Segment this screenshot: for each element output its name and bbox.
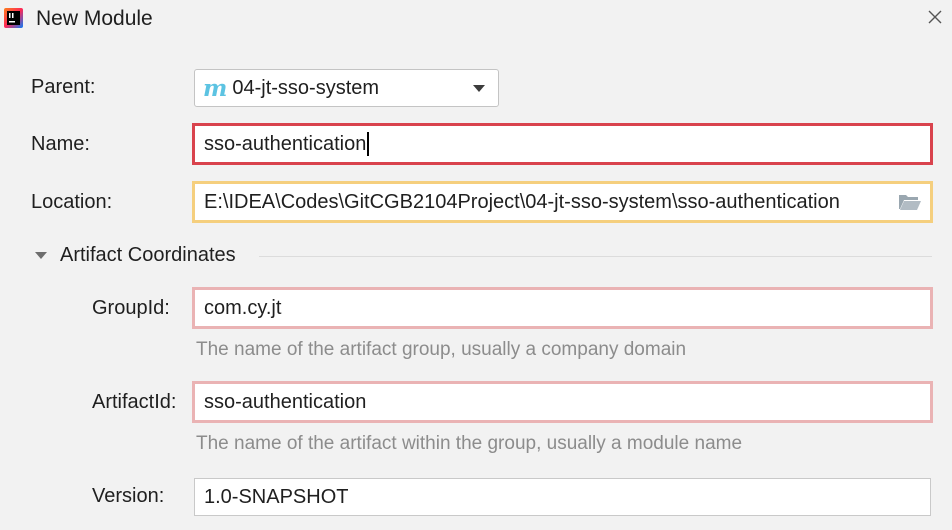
- artifact-coordinates-label: Artifact Coordinates: [60, 243, 236, 266]
- close-button[interactable]: [922, 4, 948, 30]
- version-input-value: 1.0-SNAPSHOT: [204, 485, 349, 508]
- group-id-label: GroupId:: [92, 297, 170, 319]
- location-label: Location:: [31, 191, 113, 213]
- chevron-down-icon: [473, 85, 485, 92]
- window-title: New Module: [36, 7, 153, 30]
- intellij-icon: [4, 7, 24, 29]
- name-label: Name:: [31, 133, 90, 155]
- parent-label: Parent:: [31, 76, 96, 98]
- artifact-id-hint: The name of the artifact within the grou…: [196, 433, 743, 454]
- artifact-id-label: ArtifactId:: [92, 391, 177, 413]
- title-bar: New Module: [0, 0, 952, 38]
- artifact-coordinates-toggle[interactable]: Artifact Coordinates: [34, 242, 236, 268]
- triangle-down-icon: [35, 251, 47, 259]
- maven-module-icon: m: [203, 74, 228, 102]
- text-caret: [367, 132, 370, 156]
- parent-selected-value: 04-jt-sso-system: [232, 76, 380, 99]
- section-divider: [259, 256, 932, 257]
- group-id-input[interactable]: com.cy.jt: [192, 287, 933, 329]
- group-id-hint: The name of the artifact group, usually …: [196, 339, 687, 360]
- location-input-value: E:\IDEA\Codes\GitCGB2104Project\04-jt-ss…: [204, 190, 840, 213]
- name-input[interactable]: sso-authentication: [192, 123, 933, 165]
- close-icon: [928, 10, 942, 24]
- parent-dropdown[interactable]: m 04-jt-sso-system: [194, 69, 499, 107]
- group-id-input-value: com.cy.jt: [204, 296, 282, 319]
- location-input[interactable]: E:\IDEA\Codes\GitCGB2104Project\04-jt-ss…: [192, 181, 933, 223]
- artifact-id-input-value: sso-authentication: [204, 390, 367, 413]
- folder-icon: [899, 195, 921, 210]
- browse-folder-button[interactable]: [898, 192, 922, 212]
- name-input-value: sso-authentication: [204, 132, 367, 155]
- artifact-id-input[interactable]: sso-authentication: [192, 381, 933, 423]
- version-input[interactable]: 1.0-SNAPSHOT: [194, 478, 931, 516]
- version-label: Version:: [92, 485, 165, 507]
